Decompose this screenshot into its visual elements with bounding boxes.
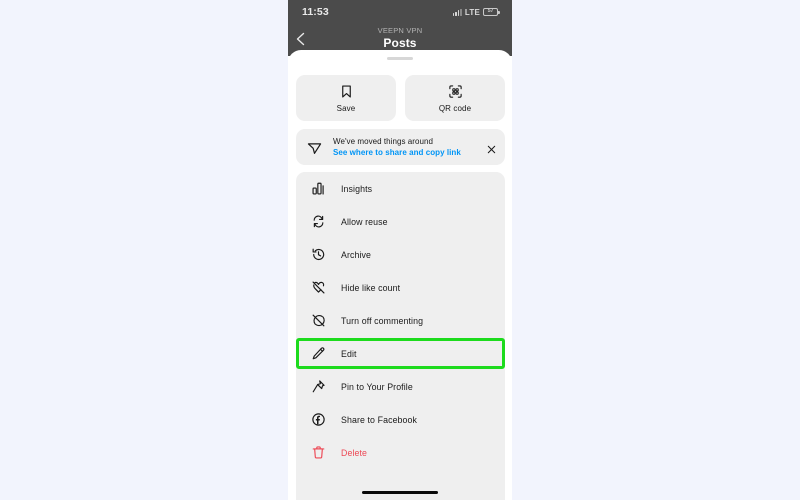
qr-code-button[interactable]: QR code bbox=[405, 75, 505, 121]
heart-slash-icon bbox=[310, 280, 326, 296]
menu-item-label: Edit bbox=[341, 348, 357, 359]
status-bar-time: 11:53 bbox=[302, 6, 329, 18]
dimmed-header-backdrop: 11:53 LTE 57 VEEPN VPN Posts bbox=[288, 0, 512, 56]
notice-link[interactable]: See where to share and copy link bbox=[333, 147, 482, 158]
menu-item-label: Share to Facebook bbox=[341, 414, 418, 425]
menu-item-share-to-facebook[interactable]: Share to Facebook bbox=[296, 403, 505, 436]
navigation-titles: VEEPN VPN Posts bbox=[288, 26, 512, 50]
battery-icon: 57 bbox=[483, 8, 500, 16]
menu-item-label: Archive bbox=[341, 249, 372, 260]
qr-code-icon bbox=[447, 84, 463, 100]
nav-subtitle: VEEPN VPN bbox=[377, 26, 423, 35]
save-button[interactable]: Save bbox=[296, 75, 396, 121]
quick-actions-row: Save QR code bbox=[296, 75, 505, 121]
menu-item-label: Hide like count bbox=[341, 282, 401, 293]
status-bar-indicators: LTE 57 bbox=[452, 7, 500, 17]
menu-item-label: Delete bbox=[341, 447, 368, 458]
clock-rewind-icon bbox=[310, 247, 326, 263]
menu-item-label: Turn off commenting bbox=[341, 315, 424, 326]
drag-handle[interactable] bbox=[387, 57, 413, 60]
repeat-icon bbox=[310, 214, 326, 230]
moved-things-notice[interactable]: We've moved things around See where to s… bbox=[296, 129, 505, 165]
notice-title: We've moved things around bbox=[333, 137, 434, 146]
network-type-label: LTE bbox=[464, 7, 480, 17]
menu-item-label: Pin to Your Profile bbox=[341, 381, 413, 392]
menu-item-hide-like-count[interactable]: Hide like count bbox=[296, 271, 505, 304]
bottom-sheet: Save QR code We've moved things around S… bbox=[288, 50, 512, 500]
battery-level-label: 57 bbox=[487, 8, 494, 15]
menu-item-delete[interactable]: Delete bbox=[296, 436, 505, 469]
pin-icon bbox=[310, 379, 326, 395]
page-title: Posts bbox=[383, 36, 417, 50]
post-options-list: Insights Allow reuse Archive Hide like c… bbox=[296, 172, 505, 500]
menu-item-turn-off-commenting[interactable]: Turn off commenting bbox=[296, 304, 505, 337]
menu-item-label: Insights bbox=[341, 183, 373, 194]
close-icon[interactable] bbox=[486, 142, 497, 153]
qr-code-label: QR code bbox=[438, 103, 472, 113]
menu-item-label: Allow reuse bbox=[341, 216, 388, 227]
pencil-icon bbox=[310, 346, 326, 362]
home-indicator bbox=[362, 490, 438, 494]
facebook-icon bbox=[310, 412, 326, 428]
notice-text-block: We've moved things around See where to s… bbox=[333, 136, 482, 158]
trash-icon bbox=[310, 445, 326, 461]
menu-item-allow-reuse[interactable]: Allow reuse bbox=[296, 205, 505, 238]
paper-plane-icon bbox=[306, 139, 323, 156]
signal-bars-icon bbox=[452, 8, 462, 16]
bar-chart-icon bbox=[310, 181, 326, 197]
menu-item-insights[interactable]: Insights bbox=[296, 172, 505, 205]
save-label: Save bbox=[336, 103, 356, 113]
comment-slash-icon bbox=[310, 313, 326, 329]
bookmark-icon bbox=[338, 84, 354, 100]
menu-item-pin-to-your-profile[interactable]: Pin to Your Profile bbox=[296, 370, 505, 403]
menu-item-archive[interactable]: Archive bbox=[296, 238, 505, 271]
status-bar: 11:53 LTE 57 bbox=[288, 0, 512, 24]
phone-screenshot: 11:53 LTE 57 VEEPN VPN Posts Save QR cod… bbox=[288, 0, 512, 500]
menu-item-edit[interactable]: Edit bbox=[296, 337, 505, 370]
